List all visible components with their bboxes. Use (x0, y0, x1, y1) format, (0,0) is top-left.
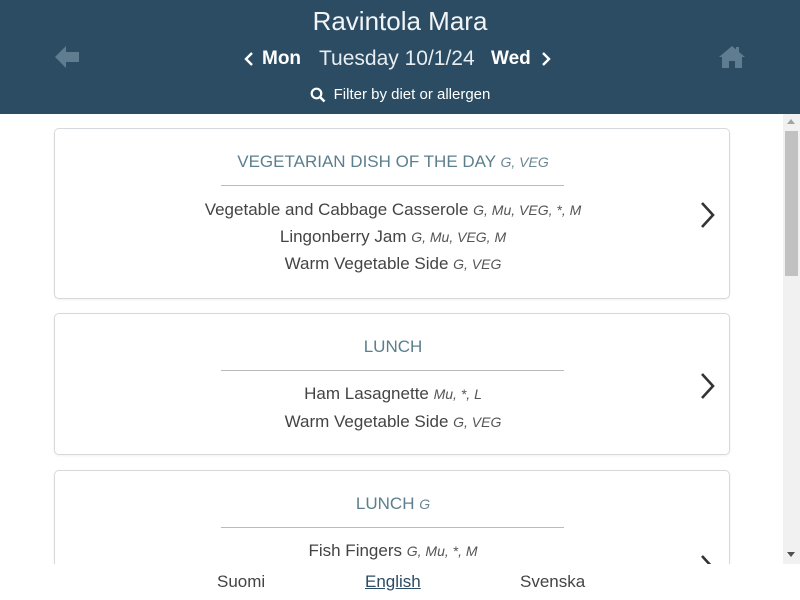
dish-item: Vegetable and Cabbage Casserole G, Mu, V… (55, 200, 731, 220)
divider (221, 185, 564, 186)
open-details-button[interactable] (697, 371, 719, 401)
dish-item: Warm Vegetable Side G, VEG (55, 254, 731, 274)
dish-name: Vegetable and Cabbage Casserole (204, 200, 469, 219)
chevron-left-icon (244, 52, 253, 66)
header-bar: Ravintola Mara Mon Tuesday 10/1/24 Wed F… (0, 0, 800, 114)
menu-card[interactable]: LUNCH Ham Lasagnette Mu, *, L Warm Veget… (54, 313, 730, 455)
dish-diet-tags: Mu, *, L (433, 386, 482, 402)
category-title: LUNCH (55, 337, 731, 357)
category-title: LUNCH G (55, 494, 731, 514)
language-english[interactable]: English (365, 572, 421, 592)
dish-item: Ham Lasagnette Mu, *, L (55, 384, 731, 404)
filter-diet-button[interactable]: Filter by diet or allergen (0, 86, 800, 103)
category-label: LUNCH (363, 337, 423, 356)
dish-diet-tags: G, Mu, VEG, *, M (473, 202, 582, 218)
language-svenska[interactable]: Svenska (520, 572, 585, 592)
previous-day-button[interactable]: Mon (244, 48, 301, 70)
dish-diet-tags: G, VEG (453, 256, 502, 272)
category-diet-tags: G, VEG (500, 154, 549, 170)
scrollbar-thumb[interactable] (785, 131, 798, 276)
language-suomi[interactable]: Suomi (217, 572, 265, 592)
restaurant-title: Ravintola Mara (312, 6, 488, 36)
divider (221, 370, 564, 371)
menu-card[interactable]: LUNCH G Fish Fingers G, Mu, *, M (54, 470, 730, 564)
menu-card[interactable]: VEGETARIAN DISH OF THE DAY G, VEG Vegeta… (54, 128, 730, 299)
current-date: Tuesday 10/1/24 (319, 47, 475, 70)
home-icon (719, 46, 745, 68)
filter-label: Filter by diet or allergen (333, 86, 491, 103)
dish-diet-tags: G, Mu, *, M (406, 543, 478, 559)
chevron-right-icon (701, 373, 715, 399)
dish-name: Fish Fingers (308, 541, 402, 560)
chevron-right-icon (701, 555, 712, 564)
search-icon (310, 87, 326, 102)
dish-item: Fish Fingers G, Mu, *, M (55, 541, 731, 561)
open-details-button[interactable] (697, 200, 719, 230)
dish-item: Warm Vegetable Side G, VEG (55, 412, 731, 432)
category-title: VEGETARIAN DISH OF THE DAY G, VEG (55, 152, 731, 172)
next-day-label: Wed (491, 48, 531, 69)
dish-name: Ham Lasagnette (304, 384, 429, 403)
dish-diet-tags: G, Mu, VEG, M (411, 229, 507, 245)
previous-day-label: Mon (262, 48, 302, 69)
category-label: VEGETARIAN DISH OF THE DAY (237, 152, 496, 171)
category-label: LUNCH (355, 494, 415, 513)
vertical-scrollbar[interactable] (783, 114, 800, 564)
dish-name: Warm Vegetable Side (284, 254, 449, 273)
divider (221, 527, 564, 528)
language-bar: Suomi English Svenska (0, 564, 800, 600)
scroll-down-arrow-icon[interactable] (787, 552, 795, 557)
chevron-right-icon (541, 52, 551, 66)
dish-name: Warm Vegetable Side (284, 412, 449, 431)
category-diet-tags: G (419, 496, 431, 512)
next-day-button[interactable]: Wed (491, 48, 551, 70)
dish-diet-tags: G, VEG (453, 414, 502, 430)
menu-list: VEGETARIAN DISH OF THE DAY G, VEG Vegeta… (0, 114, 783, 564)
open-details-button[interactable] (697, 553, 719, 564)
dish-item: Lingonberry Jam G, Mu, VEG, M (55, 227, 731, 247)
chevron-right-icon (701, 202, 715, 228)
scroll-up-arrow-icon[interactable] (787, 119, 795, 124)
dish-name: Lingonberry Jam (279, 227, 407, 246)
home-button[interactable] (716, 42, 748, 72)
date-navigation: Mon Tuesday 10/1/24 Wed (0, 46, 800, 76)
